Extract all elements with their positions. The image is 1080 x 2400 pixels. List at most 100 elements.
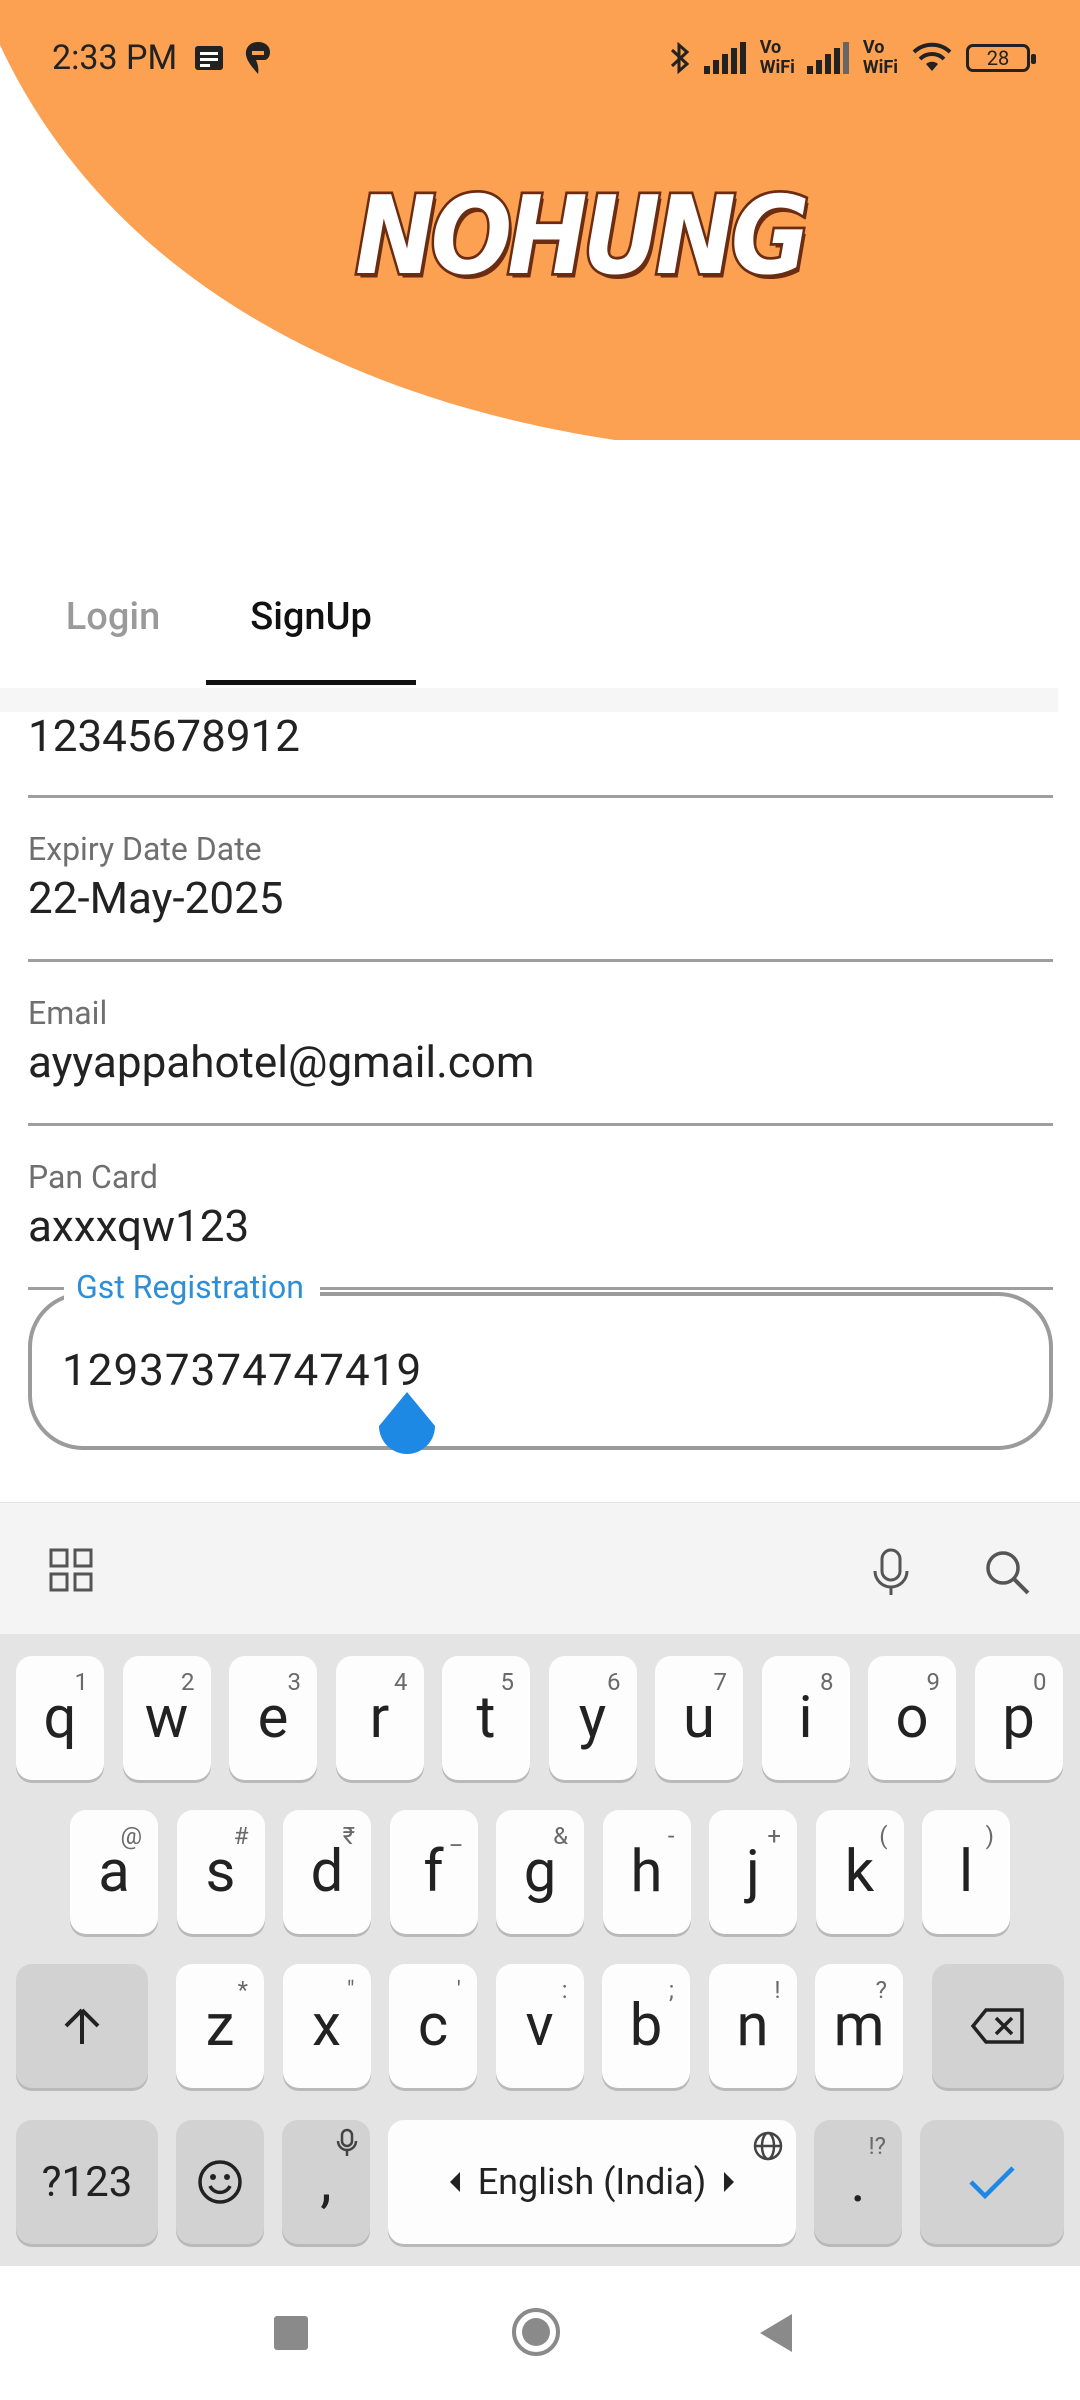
gst-registration-input[interactable]: 12937374747419: [62, 1344, 422, 1396]
key-label: f: [423, 1838, 444, 1906]
key-k[interactable]: k(: [815, 1810, 904, 1934]
apps-grid-icon[interactable]: [48, 1547, 94, 1593]
key-alt-label: _: [450, 1822, 462, 1850]
key-label: z: [205, 1992, 235, 2060]
key-a[interactable]: a @: [70, 1810, 158, 1934]
key-u[interactable]: u7: [655, 1656, 743, 1780]
key-b[interactable]: b;: [602, 1964, 690, 2088]
key-alt-label: 0: [1033, 1668, 1047, 1696]
key-s[interactable]: s #: [176, 1810, 265, 1934]
key-alt-label: 6: [607, 1668, 621, 1696]
pan-card-label: Pan Card: [28, 1158, 158, 1196]
key-f[interactable]: f _: [389, 1810, 478, 1934]
signal-icon-2: [806, 41, 849, 74]
keyboard: q1w2e3r4t5y6u7i8o9p0 a @ s # d ₹ f _ g & h - j + k(l) …: [0, 1634, 1080, 2266]
key-alt-label: 3: [287, 1668, 302, 1696]
key-label: t: [476, 1684, 496, 1752]
key-d[interactable]: d ₹: [283, 1810, 371, 1934]
key-y[interactable]: y6: [548, 1656, 637, 1780]
key-t[interactable]: t5: [442, 1656, 530, 1780]
key-e[interactable]: e3: [229, 1656, 317, 1780]
key-x[interactable]: x ": [282, 1964, 371, 2088]
key-label: d: [310, 1838, 344, 1906]
key-alt-label: !: [774, 1976, 781, 2004]
key-l[interactable]: l): [922, 1810, 1010, 1934]
checkmark-icon: [969, 2166, 1015, 2200]
wifi-icon: [912, 42, 952, 71]
key-alt-label: +: [767, 1822, 781, 1850]
swiggy-notification-icon: [245, 41, 271, 74]
tab-signup[interactable]: SignUp: [206, 595, 416, 685]
key-label: h: [630, 1838, 663, 1906]
key-label: p: [1002, 1684, 1035, 1752]
emoji-key[interactable]: [176, 2120, 264, 2244]
key-alt-label: ?: [875, 1976, 887, 2004]
key-label: l: [958, 1838, 974, 1906]
key-alt-label: (: [879, 1822, 888, 1850]
vowifi-indicator-2: Vo WiFi: [862, 36, 898, 78]
key-z[interactable]: z *: [176, 1964, 264, 2088]
key-label: o: [895, 1684, 929, 1752]
key-alt-label: ): [985, 1822, 994, 1850]
text-cursor-handle[interactable]: [376, 1390, 438, 1462]
key-j[interactable]: j +: [709, 1810, 797, 1934]
space-right-arrow-icon: [724, 2172, 735, 2192]
search-icon[interactable]: [982, 1547, 1032, 1597]
gst-registration-field[interactable]: Gst Registration 12937374747419: [28, 1268, 1053, 1450]
key-g[interactable]: g &: [496, 1810, 584, 1934]
key-label: v: [525, 1992, 554, 2060]
key-q[interactable]: q1: [16, 1656, 104, 1780]
app-logo: NOHUNG: [353, 170, 812, 301]
key-alt-label: ": [346, 1976, 355, 2004]
pan-card-field[interactable]: Pan Card axxxqw123: [28, 1126, 1053, 1290]
recent-apps-icon[interactable]: [272, 2314, 310, 2352]
key-label: b: [629, 1992, 663, 2060]
key-w[interactable]: w2: [122, 1656, 211, 1780]
key-m[interactable]: m?: [815, 1964, 903, 2088]
tab-login[interactable]: Login: [28, 595, 198, 685]
status-time: 2:33 PM: [52, 37, 178, 78]
space-key[interactable]: English (India): [388, 2120, 796, 2244]
partial-field[interactable]: 12345678912: [28, 700, 1053, 798]
key-alt-label: 7: [713, 1668, 728, 1696]
expiry-date-value: 22-May-2025: [28, 872, 284, 924]
auth-tabs: Login SignUp: [28, 575, 1058, 685]
done-key[interactable]: [920, 2120, 1064, 2244]
key-r[interactable]: r4: [335, 1656, 424, 1780]
key-p[interactable]: p0: [974, 1656, 1063, 1780]
key-c[interactable]: c ': [389, 1964, 477, 2088]
key-alt-label: *: [237, 1976, 248, 2004]
key-label: j: [746, 1838, 760, 1906]
key-alt-label: 8: [820, 1668, 834, 1696]
key-label: r: [369, 1684, 390, 1752]
shift-key[interactable]: [16, 1964, 148, 2088]
header: 2:33 PM Vo WiFi Vo WiFi 28 NOHUNG: [0, 0, 1080, 460]
keyboard-toolbar: [0, 1502, 1080, 1634]
key-n[interactable]: n!: [708, 1964, 797, 2088]
key-i[interactable]: i8: [761, 1656, 850, 1780]
expiry-date-label: Expiry Date Date: [28, 830, 262, 868]
key-alt-label: 4: [394, 1668, 408, 1696]
key-o[interactable]: o9: [868, 1656, 956, 1780]
numbers-key[interactable]: ?123: [16, 2120, 158, 2244]
email-field[interactable]: Email ayyappahotel@gmail.com: [28, 962, 1053, 1126]
key-h[interactable]: h-: [602, 1810, 691, 1934]
key-alt-label: &: [553, 1822, 568, 1850]
comma-key[interactable]: ,: [282, 2120, 370, 2244]
bluetooth-icon: [670, 41, 689, 74]
notification-sim-icon: [195, 45, 224, 70]
tab-active-indicator: [206, 680, 416, 685]
partial-field-value: 12345678912: [28, 710, 301, 762]
key-v[interactable]: v:: [495, 1964, 584, 2088]
expiry-date-field[interactable]: Expiry Date Date 22-May-2025: [28, 798, 1053, 962]
home-icon[interactable]: [510, 2306, 562, 2358]
signal-icon: [703, 41, 746, 74]
back-icon[interactable]: [756, 2312, 796, 2354]
backspace-key[interactable]: [932, 1964, 1064, 2088]
gst-registration-label: Gst Registration: [64, 1268, 320, 1306]
key-alt-label: ': [456, 1976, 461, 2004]
email-label: Email: [28, 994, 108, 1032]
period-key[interactable]: . !?: [814, 2120, 902, 2244]
key-label: u: [683, 1684, 715, 1752]
microphone-icon[interactable]: [868, 1547, 914, 1597]
